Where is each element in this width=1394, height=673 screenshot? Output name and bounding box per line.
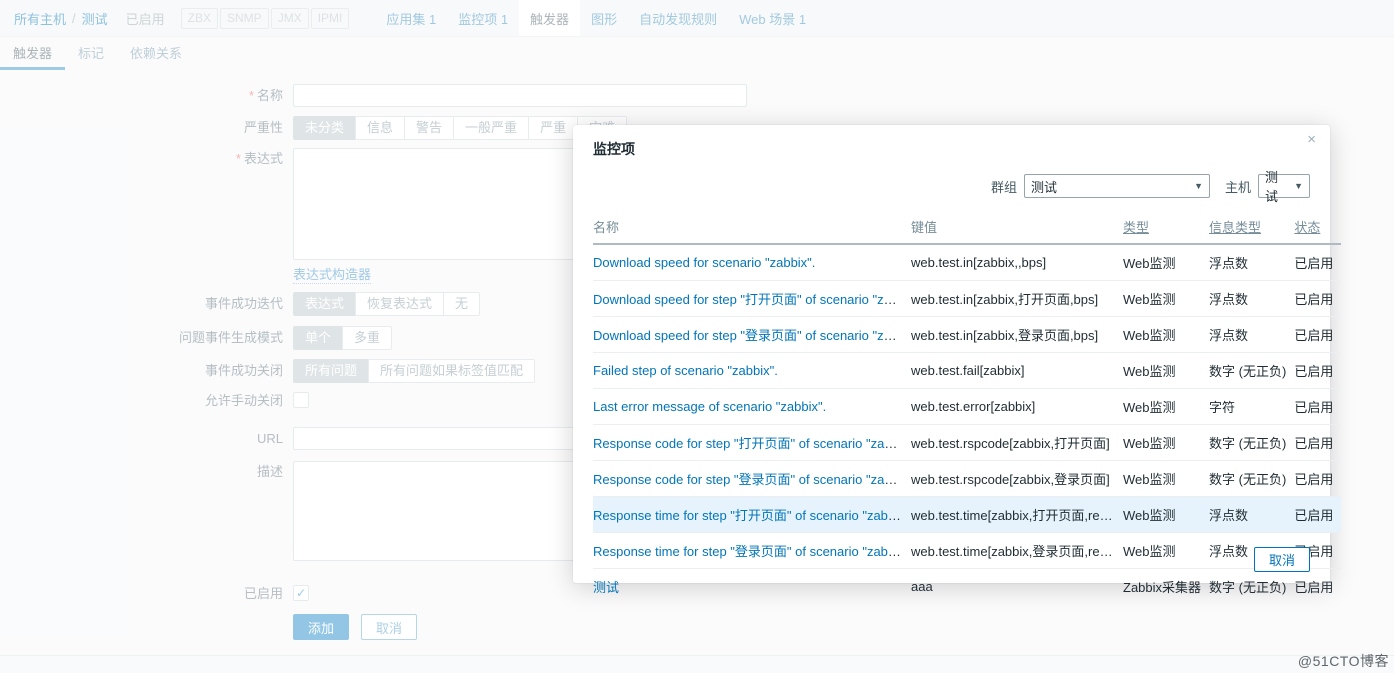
item-status: 已启用 bbox=[1294, 461, 1341, 497]
host-select-value: 测试 bbox=[1265, 167, 1286, 205]
items-modal: 监控项 × 群组 测试 ▼ 主机 测试 ▼ 名称 键值 类型 信息类型 状态 D… bbox=[573, 125, 1330, 583]
item-type: Web监测 bbox=[1123, 533, 1209, 569]
item-type: Web监测 bbox=[1123, 244, 1209, 281]
item-name-link[interactable]: 测试 bbox=[593, 580, 619, 595]
item-value-type: 浮点数 bbox=[1209, 497, 1294, 533]
item-type: Web监测 bbox=[1123, 461, 1209, 497]
item-type: Web监测 bbox=[1123, 281, 1209, 317]
chevron-down-icon: ▼ bbox=[1194, 181, 1203, 191]
item-type: Zabbix采集器 bbox=[1123, 569, 1209, 605]
item-status: 已启用 bbox=[1294, 353, 1341, 389]
item-status: 已启用 bbox=[1294, 497, 1341, 533]
table-row-highlighted: Response time for step "打开页面" of scenari… bbox=[593, 497, 1341, 533]
item-type: Web监测 bbox=[1123, 317, 1209, 353]
header-name: 名称 bbox=[593, 211, 911, 244]
item-name-link[interactable]: Response time for step "登录页面" of scenari… bbox=[593, 544, 911, 559]
table-row: 测试 aaa Zabbix采集器 数字 (无正负) 已启用 bbox=[593, 569, 1341, 605]
item-key: web.test.in[zabbix,登录页面,bps] bbox=[911, 317, 1123, 353]
modal-filter-row: 群组 测试 ▼ 主机 测试 ▼ bbox=[593, 174, 1310, 198]
item-key: web.test.fail[zabbix] bbox=[911, 353, 1123, 389]
table-row: Response time for step "登录页面" of scenari… bbox=[593, 533, 1341, 569]
item-key: web.test.in[zabbix,打开页面,bps] bbox=[911, 281, 1123, 317]
item-value-type: 数字 (无正负) bbox=[1209, 569, 1294, 605]
header-status[interactable]: 状态 bbox=[1294, 211, 1341, 244]
item-name-link[interactable]: Response code for step "打开页面" of scenari… bbox=[593, 436, 911, 451]
item-name-link[interactable]: Failed step of scenario "zabbix". bbox=[593, 363, 778, 378]
table-row: Download speed for scenario "zabbix". we… bbox=[593, 244, 1341, 281]
item-key: web.test.error[zabbix] bbox=[911, 389, 1123, 425]
item-status: 已启用 bbox=[1294, 317, 1341, 353]
item-status: 已启用 bbox=[1294, 389, 1341, 425]
item-name-link[interactable]: Download speed for scenario "zabbix". bbox=[593, 255, 815, 270]
header-type[interactable]: 类型 bbox=[1123, 211, 1209, 244]
table-row: Download speed for step "打开页面" of scenar… bbox=[593, 281, 1341, 317]
item-value-type: 字符 bbox=[1209, 389, 1294, 425]
item-type: Web监测 bbox=[1123, 353, 1209, 389]
item-type: Web监测 bbox=[1123, 497, 1209, 533]
item-key: aaa bbox=[911, 569, 1123, 605]
item-name-link[interactable]: Response code for step "登录页面" of scenari… bbox=[593, 472, 911, 487]
item-value-type: 浮点数 bbox=[1209, 244, 1294, 281]
item-status: 已启用 bbox=[1294, 425, 1341, 461]
item-key: web.test.rspcode[zabbix,登录页面] bbox=[911, 461, 1123, 497]
table-row: Download speed for step "登录页面" of scenar… bbox=[593, 317, 1341, 353]
host-filter-label: 主机 bbox=[1225, 177, 1251, 196]
chevron-down-icon: ▼ bbox=[1294, 181, 1303, 191]
modal-title: 监控项 bbox=[593, 139, 1310, 159]
item-name-link[interactable]: Download speed for step "打开页面" of scenar… bbox=[593, 292, 911, 307]
item-status: 已启用 bbox=[1294, 244, 1341, 281]
item-value-type: 浮点数 bbox=[1209, 281, 1294, 317]
close-icon[interactable]: × bbox=[1303, 129, 1320, 150]
item-key: web.test.time[zabbix,打开页面,resp] bbox=[911, 497, 1123, 533]
item-value-type: 数字 (无正负) bbox=[1209, 353, 1294, 389]
item-value-type: 数字 (无正负) bbox=[1209, 425, 1294, 461]
header-key: 键值 bbox=[911, 211, 1123, 244]
item-value-type: 浮点数 bbox=[1209, 317, 1294, 353]
item-name-link[interactable]: Response time for step "打开页面" of scenari… bbox=[593, 508, 911, 523]
item-status: 已启用 bbox=[1294, 569, 1341, 605]
group-select[interactable]: 测试 ▼ bbox=[1024, 174, 1210, 198]
table-row: Response code for step "登录页面" of scenari… bbox=[593, 461, 1341, 497]
item-type: Web监测 bbox=[1123, 389, 1209, 425]
item-name-link[interactable]: Last error message of scenario "zabbix". bbox=[593, 399, 826, 414]
item-value-type: 数字 (无正负) bbox=[1209, 461, 1294, 497]
item-status: 已启用 bbox=[1294, 281, 1341, 317]
table-row: Last error message of scenario "zabbix".… bbox=[593, 389, 1341, 425]
item-name-link[interactable]: Download speed for step "登录页面" of scenar… bbox=[593, 328, 911, 343]
item-key: web.test.time[zabbix,登录页面,resp] bbox=[911, 533, 1123, 569]
items-table: 名称 键值 类型 信息类型 状态 Download speed for scen… bbox=[593, 211, 1341, 604]
header-value-type[interactable]: 信息类型 bbox=[1209, 211, 1294, 244]
item-key: web.test.rspcode[zabbix,打开页面] bbox=[911, 425, 1123, 461]
items-table-header: 名称 键值 类型 信息类型 状态 bbox=[593, 211, 1341, 244]
modal-cancel-button[interactable]: 取消 bbox=[1254, 547, 1310, 572]
item-type: Web监测 bbox=[1123, 425, 1209, 461]
group-select-value: 测试 bbox=[1031, 177, 1057, 196]
table-row: Failed step of scenario "zabbix". web.te… bbox=[593, 353, 1341, 389]
table-row: Response code for step "打开页面" of scenari… bbox=[593, 425, 1341, 461]
group-filter-label: 群组 bbox=[991, 177, 1017, 196]
watermark: @51CTO博客 bbox=[1298, 651, 1389, 671]
item-key: web.test.in[zabbix,,bps] bbox=[911, 244, 1123, 281]
host-select[interactable]: 测试 ▼ bbox=[1258, 174, 1310, 198]
